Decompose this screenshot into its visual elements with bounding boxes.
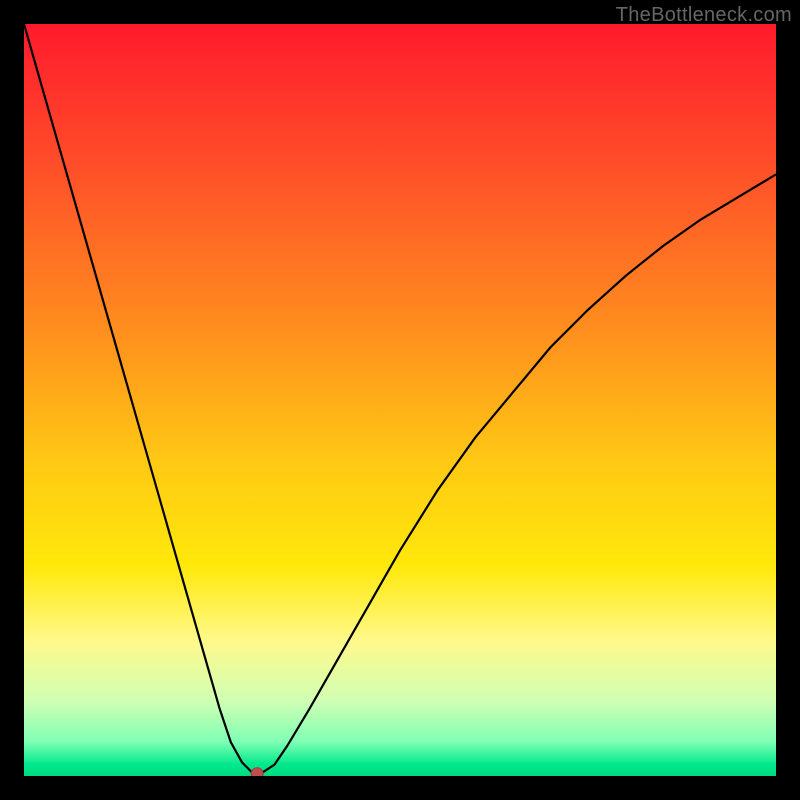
- plot-frame: [24, 24, 776, 776]
- chart-svg: [24, 24, 776, 776]
- watermark-text: TheBottleneck.com: [616, 4, 792, 27]
- optimal-point-marker: [251, 768, 263, 776]
- bottleneck-curve: [24, 24, 776, 774]
